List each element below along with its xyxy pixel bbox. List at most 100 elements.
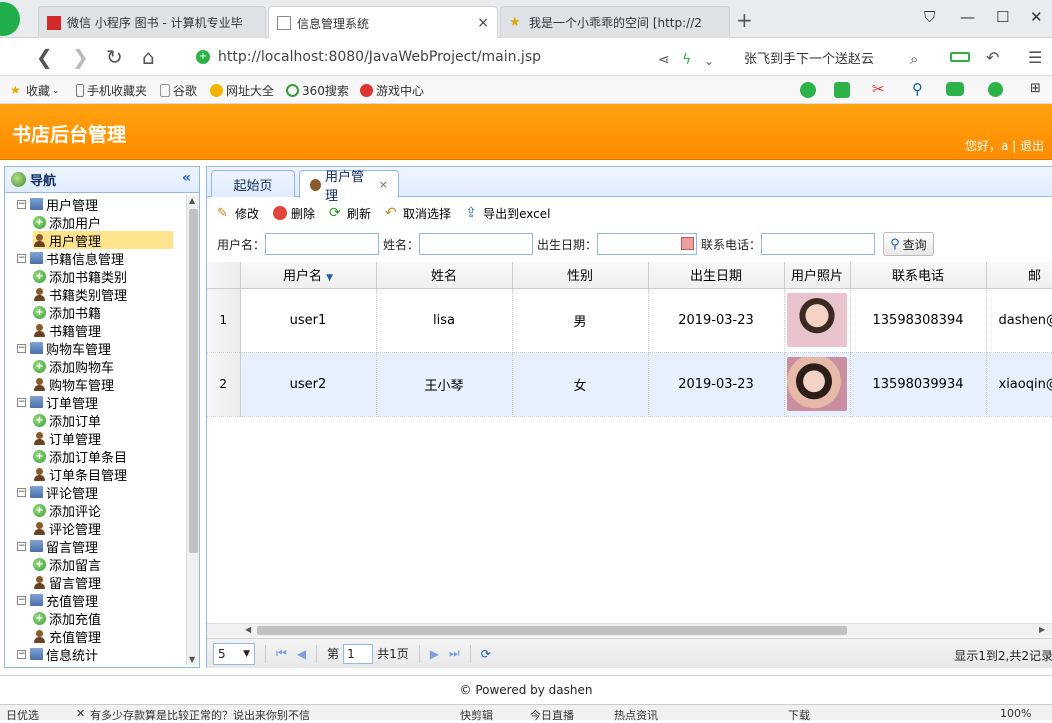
- maximize-button[interactable]: ☐: [996, 8, 1009, 26]
- column-header-gender[interactable]: 性别: [512, 262, 649, 289]
- status-item-download[interactable]: 下载: [788, 707, 810, 723]
- tree-item[interactable]: + 添加书籍类别: [33, 267, 127, 286]
- bookmark-360[interactable]: 360搜索: [286, 82, 349, 99]
- browser-search-input[interactable]: 张飞到手下一个送赵云: [740, 44, 930, 70]
- status-left-text[interactable]: 日优选: [6, 707, 39, 723]
- status-item-clip[interactable]: 快剪辑: [460, 707, 493, 723]
- new-tab-button[interactable]: +: [736, 8, 753, 32]
- tab-user-management[interactable]: 用户管理 ×: [299, 170, 399, 204]
- expand-toggle-icon[interactable]: −: [17, 541, 26, 551]
- status-item-live[interactable]: 今日直播: [530, 707, 574, 723]
- column-header-birthday[interactable]: 出生日期: [648, 262, 785, 289]
- edit-button[interactable]: ✎ 修改: [217, 205, 259, 222]
- query-button[interactable]: ⚲ 查询: [883, 232, 934, 256]
- page-number-input[interactable]: 1: [343, 643, 374, 664]
- browser-tab-info-system[interactable]: 信息管理系统 ×: [268, 6, 498, 39]
- bookmark-sites[interactable]: 网址大全: [210, 82, 274, 99]
- shirt-icon[interactable]: ⛉: [924, 8, 935, 26]
- prev-page-icon[interactable]: ◀: [297, 647, 306, 661]
- close-window-button[interactable]: ✕: [1030, 8, 1043, 26]
- tree-item[interactable]: 书籍管理: [33, 321, 101, 340]
- tree-group[interactable]: − 用户管理: [17, 195, 98, 214]
- column-header-photo[interactable]: 用户照片: [784, 262, 851, 289]
- tree-item[interactable]: + 添加充值: [33, 609, 101, 628]
- menu-icon[interactable]: ☰: [1028, 46, 1042, 70]
- calendar-icon[interactable]: [681, 237, 695, 250]
- tree-item[interactable]: + 添加书籍: [33, 303, 101, 322]
- reload-page-icon[interactable]: ⟳: [481, 647, 491, 661]
- status-news-text[interactable]: 有多少存款算是比较正常的？说出来你别不信: [90, 707, 310, 723]
- scroll-up-icon[interactable]: ▲: [189, 196, 195, 205]
- tab-start-page[interactable]: 起始页: [211, 170, 295, 197]
- grid-horizontal-scrollbar[interactable]: ◀ ▶: [207, 623, 1052, 637]
- bookmark-google[interactable]: 谷歌: [160, 82, 197, 99]
- tree-item[interactable]: + 添加用户: [33, 213, 101, 232]
- tree-group[interactable]: − 订单管理: [17, 393, 98, 412]
- expand-toggle-icon[interactable]: −: [17, 649, 26, 659]
- magnifier-icon[interactable]: ⚲: [912, 80, 923, 98]
- undo-icon[interactable]: ↶: [986, 46, 999, 70]
- scroll-right-icon[interactable]: ▶: [1039, 625, 1045, 634]
- translate-icon[interactable]: [834, 82, 850, 98]
- next-page-icon[interactable]: ▶: [430, 647, 439, 661]
- browser-tab-space[interactable]: ★ 我是一个小乖乖的空间 [http://2: [500, 6, 730, 38]
- expand-toggle-icon[interactable]: −: [17, 343, 26, 353]
- sidebar-scrollbar[interactable]: ▲ ▼: [186, 195, 199, 665]
- minimize-button[interactable]: —: [960, 8, 975, 26]
- tree-item[interactable]: + 添加留言: [33, 555, 101, 574]
- share-icon[interactable]: ⋖: [658, 48, 670, 72]
- tab-close-icon[interactable]: ×: [471, 15, 489, 31]
- scroll-left-icon[interactable]: ◀: [245, 625, 251, 634]
- battery-icon[interactable]: [950, 52, 970, 62]
- scissors-icon[interactable]: ✂: [872, 80, 885, 98]
- table-row[interactable]: 2 user2 王小琴 女 2019-03-23 13598039934 xia…: [207, 352, 1052, 417]
- column-header-phone[interactable]: 联系电话: [850, 262, 987, 289]
- browser-tab-wechat[interactable]: 微信 小程序 图书 - 计算机专业毕: [38, 6, 266, 38]
- home-icon[interactable]: ⌂: [142, 45, 155, 69]
- expand-toggle-icon[interactable]: −: [17, 595, 26, 605]
- tree-item[interactable]: + 添加评论: [33, 501, 101, 520]
- deselect-button[interactable]: ↶ 取消选择: [385, 205, 451, 222]
- column-header-name[interactable]: 姓名: [376, 262, 513, 289]
- chat-icon[interactable]: [800, 82, 816, 98]
- tab-close-icon[interactable]: ×: [379, 178, 388, 191]
- apps-grid-icon[interactable]: ⊞: [1030, 81, 1041, 96]
- bookmark-mobile[interactable]: 手机收藏夹: [76, 82, 147, 99]
- column-header-email[interactable]: 邮: [986, 262, 1052, 289]
- tree-item[interactable]: 订单条目管理: [33, 465, 127, 484]
- welcome-logout-link[interactable]: 您好，a | 退出: [965, 137, 1044, 154]
- lightning-icon[interactable]: ϟ: [682, 48, 691, 72]
- money-icon[interactable]: [988, 82, 1003, 97]
- scrollbar-thumb[interactable]: [189, 209, 198, 553]
- delete-button[interactable]: 删除: [273, 205, 315, 222]
- tree-item[interactable]: 充值管理: [33, 627, 101, 646]
- search-icon[interactable]: ⌕: [910, 47, 918, 71]
- bookmark-favorites[interactable]: ★ 收藏 ⌄: [10, 82, 60, 99]
- tree-group[interactable]: − 留言管理: [17, 537, 98, 556]
- gamepad-icon[interactable]: [946, 82, 964, 96]
- status-item-zoom[interactable]: 100%: [1000, 707, 1031, 720]
- tree-item[interactable]: 用户管理: [33, 231, 173, 250]
- column-header-username[interactable]: 用户名 ▼: [240, 262, 377, 289]
- forward-icon[interactable]: ❯: [72, 45, 89, 69]
- tree-item[interactable]: 订单管理: [33, 429, 101, 448]
- expand-toggle-icon[interactable]: −: [17, 253, 26, 263]
- first-page-icon[interactable]: ⏮: [276, 646, 287, 661]
- status-item-news[interactable]: 热点资讯: [614, 707, 658, 723]
- page-size-select[interactable]: 5 ▼: [213, 642, 255, 665]
- tree-item[interactable]: + 添加订单条目: [33, 447, 127, 466]
- expand-toggle-icon[interactable]: −: [17, 397, 26, 407]
- tree-item[interactable]: 购物车管理: [33, 375, 114, 394]
- tree-item[interactable]: + 添加购物车: [33, 357, 114, 376]
- reload-icon[interactable]: ↻: [106, 45, 123, 69]
- tree-group[interactable]: − 评论管理: [17, 483, 98, 502]
- scrollbar-thumb[interactable]: [257, 626, 847, 635]
- tree-item[interactable]: 评论管理: [33, 519, 101, 538]
- bookmark-games[interactable]: 游戏中心: [360, 82, 424, 99]
- collapse-icon[interactable]: «: [182, 170, 191, 186]
- expand-toggle-icon[interactable]: −: [17, 487, 26, 497]
- export-excel-button[interactable]: ⇪ 导出到excel: [465, 205, 550, 222]
- table-row[interactable]: 1 user1 lisa 男 2019-03-23 13598308394 da…: [207, 288, 1052, 353]
- url-field[interactable]: + http://localhost:8080/JavaWebProject/m…: [196, 44, 736, 70]
- tree-group[interactable]: − 信息统计: [17, 645, 98, 664]
